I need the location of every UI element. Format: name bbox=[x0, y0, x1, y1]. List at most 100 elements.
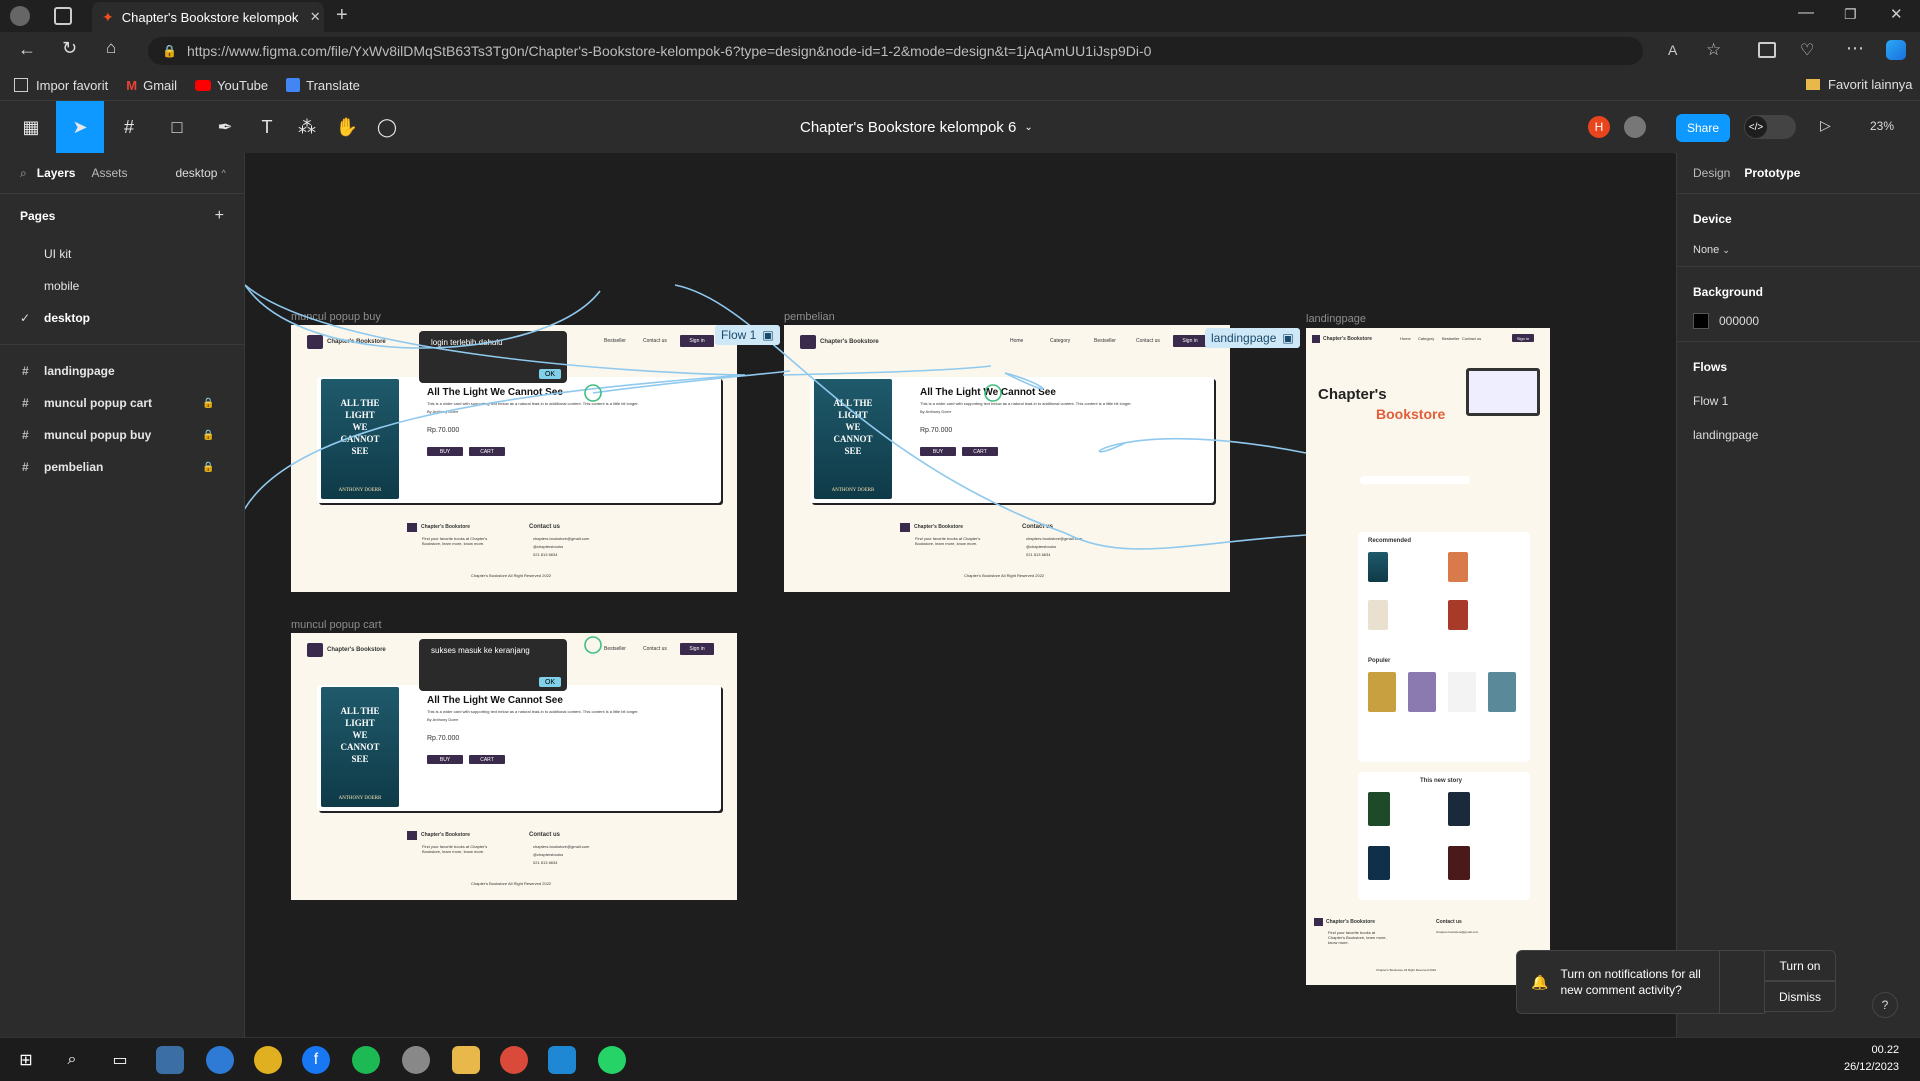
copilot-icon[interactable] bbox=[1886, 40, 1906, 60]
frame-icon: # bbox=[22, 428, 29, 442]
add-page-icon[interactable]: + bbox=[215, 207, 224, 225]
main-menu-icon[interactable]: ▦ bbox=[14, 109, 48, 145]
lock-icon[interactable]: 🔒 bbox=[202, 462, 214, 473]
bell-icon: 🔔 bbox=[1531, 973, 1549, 990]
bookmark-translate[interactable]: Translate bbox=[286, 78, 360, 93]
page-item-ui-kit[interactable]: UI kit bbox=[0, 238, 244, 270]
tab-assets[interactable]: Assets bbox=[91, 166, 127, 180]
clock[interactable]: 00.22 26/12/2023 bbox=[1844, 1042, 1899, 1076]
browser-tab-active[interactable]: ✦ Chapter's Bookstore kelompok 6 ✕ bbox=[92, 2, 324, 32]
chevron-down-icon: ⌄ bbox=[1024, 122, 1033, 133]
frame-icon: # bbox=[22, 396, 29, 410]
facebook-icon[interactable]: f bbox=[302, 1046, 330, 1074]
new-tab-icon[interactable]: + bbox=[336, 4, 348, 27]
figma-toolbar: ▦ ➤ # □ ✒ T ⁂ ✋ ◯ Chapter's Bookstore ke… bbox=[0, 101, 1920, 154]
present-play-icon[interactable]: ▷ bbox=[1820, 117, 1831, 134]
refresh-icon[interactable]: ↻ bbox=[62, 38, 77, 59]
shape-tool-icon[interactable]: □ bbox=[160, 109, 194, 145]
prototype-connections bbox=[245, 284, 1307, 654]
properties-panel: Design Prototype Device None ⌄ Backgroun… bbox=[1676, 153, 1920, 1037]
search-icon[interactable]: ⌕ bbox=[58, 1046, 86, 1074]
dismiss-notification-button[interactable]: Dismiss bbox=[1764, 981, 1836, 1012]
tab-layers[interactable]: Layers bbox=[37, 166, 76, 180]
bookmark-gmail[interactable]: M Gmail bbox=[126, 78, 177, 93]
minimize-icon[interactable]: — bbox=[1798, 4, 1814, 22]
task-view-icon[interactable]: ▭ bbox=[106, 1046, 134, 1074]
file-title[interactable]: Chapter's Bookstore kelompok 6 ⌄ bbox=[800, 119, 1033, 136]
flows-heading: Flows bbox=[1693, 360, 1728, 374]
move-tool-icon[interactable]: ➤ bbox=[56, 101, 104, 153]
device-select[interactable]: None ⌄ bbox=[1693, 244, 1905, 256]
clock-time: 00.22 bbox=[1871, 1044, 1900, 1056]
design-canvas[interactable]: muncul popup buy pembelian landingpage m… bbox=[245, 153, 1675, 1037]
chrome-icon[interactable] bbox=[500, 1046, 528, 1074]
lock-icon[interactable]: 🔒 bbox=[202, 398, 214, 409]
vscode-icon[interactable] bbox=[548, 1046, 576, 1074]
figma-favicon-icon: ✦ bbox=[102, 8, 114, 25]
resources-icon[interactable]: ⁂ bbox=[290, 109, 324, 145]
lock-icon[interactable]: 🔒 bbox=[202, 430, 214, 441]
page-selector[interactable]: desktop bbox=[175, 166, 217, 180]
tab-prototype[interactable]: Prototype bbox=[1744, 166, 1800, 180]
more-options-icon[interactable]: ⋯ bbox=[1846, 38, 1864, 59]
windows-taskbar: ⊞ ⌕ ▭ f 00.22 26/12/2023 bbox=[0, 1037, 1920, 1081]
workspaces-icon[interactable] bbox=[54, 7, 72, 25]
flow-item-flow-1[interactable]: Flow 1 bbox=[1693, 394, 1905, 408]
layer-muncul-popup-buy[interactable]: # muncul popup buy 🔒 bbox=[0, 419, 244, 451]
flow-tag-landingpage[interactable]: landingpage ▣ bbox=[1205, 328, 1300, 348]
spotify-icon[interactable] bbox=[352, 1046, 380, 1074]
close-window-icon[interactable]: ✕ bbox=[1890, 5, 1903, 23]
back-icon[interactable]: ← bbox=[18, 39, 36, 60]
layer-muncul-popup-cart[interactable]: # muncul popup cart 🔒 bbox=[0, 387, 244, 419]
pages-heading: Pages bbox=[20, 209, 56, 223]
bookmark-import-favorites[interactable]: Impor favorit bbox=[14, 78, 108, 93]
background-color-field[interactable]: 000000 bbox=[1693, 313, 1905, 329]
lock-icon: 🔒 bbox=[162, 44, 177, 58]
notification-text: Turn on notifications for all new commen… bbox=[1560, 967, 1701, 997]
read-aloud-icon[interactable]: A bbox=[1668, 42, 1677, 58]
bookmark-other-favorites[interactable]: Favorit lainnya bbox=[1806, 77, 1913, 92]
page-item-desktop[interactable]: ✓ desktop bbox=[0, 302, 244, 334]
browser-essentials-icon[interactable]: ♡ bbox=[1800, 40, 1814, 60]
turn-on-notifications-button[interactable]: Turn on bbox=[1764, 950, 1836, 981]
frame-icon: # bbox=[22, 364, 29, 378]
app-icon[interactable] bbox=[402, 1046, 430, 1074]
frame-tool-icon[interactable]: # bbox=[112, 109, 146, 145]
help-icon[interactable]: ? bbox=[1872, 992, 1898, 1018]
search-icon[interactable]: ⌕ bbox=[20, 166, 27, 181]
url-field[interactable]: 🔒 https://www.figma.com/file/YxWv8ilDMqS… bbox=[148, 37, 1643, 65]
whatsapp-icon[interactable] bbox=[598, 1046, 626, 1074]
youtube-icon bbox=[195, 79, 212, 91]
hand-tool-icon[interactable]: ✋ bbox=[330, 109, 364, 145]
flow-tag-flow-1[interactable]: Flow 1 ▣ bbox=[715, 325, 780, 345]
page-item-mobile[interactable]: mobile bbox=[0, 270, 244, 302]
comment-tool-icon[interactable]: ◯ bbox=[370, 109, 404, 145]
user-avatar-h[interactable]: H bbox=[1588, 116, 1610, 138]
edge-browser-icon[interactable] bbox=[206, 1046, 234, 1074]
windows-start-icon[interactable]: ⊞ bbox=[12, 1046, 40, 1074]
share-button[interactable]: Share bbox=[1676, 114, 1730, 142]
split-screen-icon[interactable] bbox=[1758, 42, 1776, 58]
clock-date: 26/12/2023 bbox=[1844, 1061, 1900, 1073]
zoom-level[interactable]: 23% bbox=[1870, 119, 1894, 133]
device-heading: Device bbox=[1693, 212, 1732, 226]
text-tool-icon[interactable]: T bbox=[250, 109, 284, 145]
layer-pembelian[interactable]: # pembelian 🔒 bbox=[0, 451, 244, 483]
profile-avatar[interactable] bbox=[10, 6, 30, 26]
app-icon[interactable] bbox=[156, 1046, 184, 1074]
flow-item-landingpage[interactable]: landingpage bbox=[1693, 428, 1905, 442]
color-swatch[interactable] bbox=[1693, 313, 1709, 329]
home-icon[interactable]: ⌂ bbox=[106, 38, 116, 58]
user-avatar-photo[interactable] bbox=[1624, 116, 1646, 138]
layer-landingpage[interactable]: # landingpage bbox=[0, 355, 244, 387]
bookmark-youtube[interactable]: YouTube bbox=[195, 78, 268, 93]
chrome-icon[interactable] bbox=[254, 1046, 282, 1074]
file-explorer-icon[interactable] bbox=[452, 1046, 480, 1074]
tab-design[interactable]: Design bbox=[1693, 166, 1730, 180]
pen-tool-icon[interactable]: ✒ bbox=[208, 109, 242, 145]
dev-mode-toggle[interactable]: </> bbox=[1744, 115, 1796, 139]
restore-icon[interactable]: ❐ bbox=[1844, 6, 1857, 23]
folder-icon bbox=[1806, 79, 1820, 90]
favorite-star-icon[interactable]: ☆ bbox=[1706, 40, 1721, 60]
tab-close-icon[interactable]: ✕ bbox=[310, 9, 321, 25]
